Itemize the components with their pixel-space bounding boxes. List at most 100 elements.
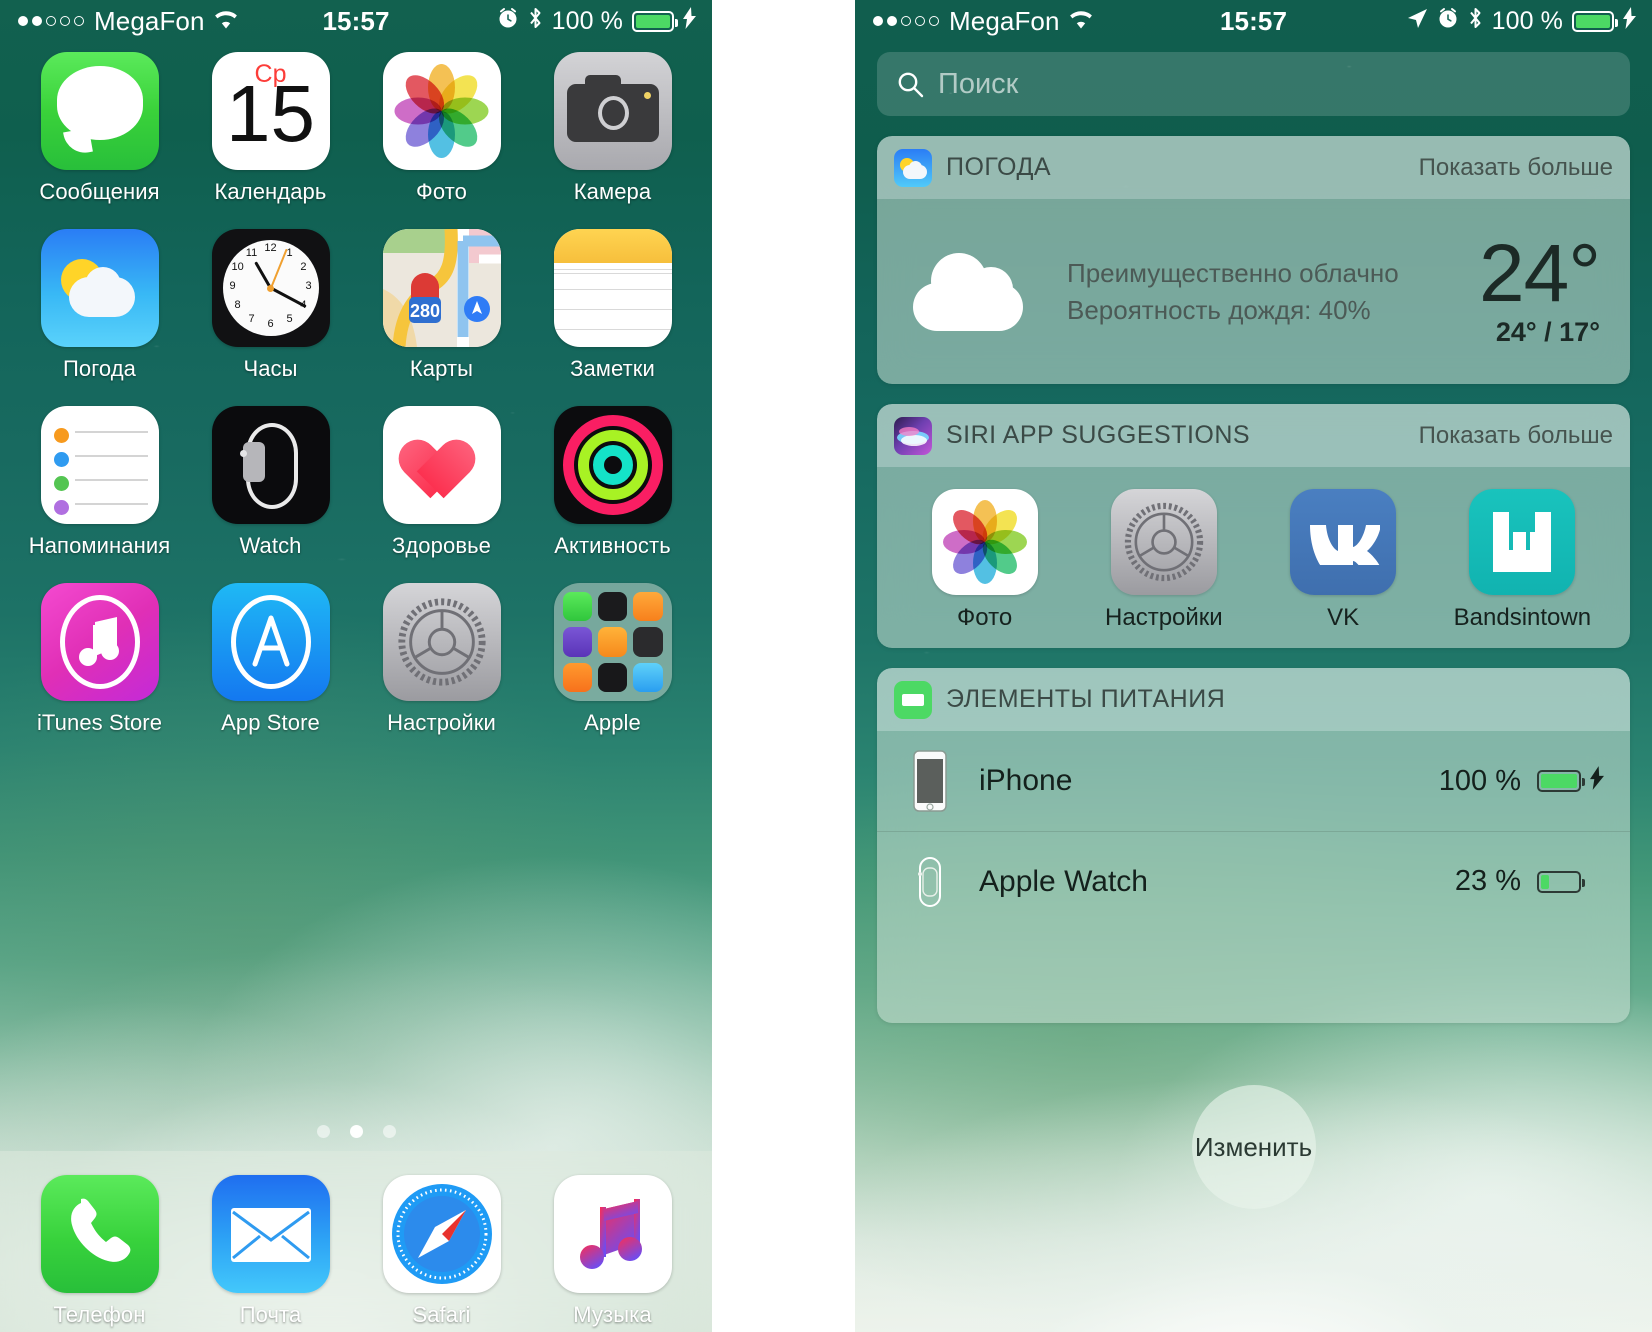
app-label: Карты: [409, 356, 474, 381]
page-dot[interactable]: [382, 1125, 396, 1138]
settings-icon: [1110, 489, 1217, 595]
clock-label: 15:57: [1220, 5, 1287, 36]
status-bar-today: MegaFon 15:57 100 %: [855, 0, 1652, 42]
suggested-apps-row: Фото Настройки VK Bandsintown: [877, 467, 1630, 648]
edit-button[interactable]: Изменить: [1191, 1085, 1316, 1209]
clock-numeral: 10: [231, 261, 244, 273]
app-itunes-store[interactable]: iTunes Store: [14, 583, 185, 736]
notes-icon: [553, 229, 672, 347]
app-reminders[interactable]: Напоминания: [14, 406, 185, 559]
status-bar-home: MegaFon 15:57 100 %: [0, 0, 712, 42]
bandsintown-icon: [1469, 489, 1576, 595]
health-icon: [382, 406, 501, 524]
page-dot-active[interactable]: [349, 1125, 363, 1138]
battery-icon: [632, 10, 678, 32]
app-notes[interactable]: Заметки: [527, 229, 698, 382]
suggested-app-label: Фото: [957, 604, 1013, 631]
app-label: Камера: [573, 179, 652, 204]
siri-icon: [894, 416, 932, 455]
app-watch[interactable]: Watch: [185, 406, 356, 559]
device-battery-percent: 100 %: [1438, 764, 1521, 797]
page-dot[interactable]: [316, 1125, 330, 1138]
app-activity[interactable]: Активность: [527, 406, 698, 559]
watch-icon: [211, 406, 330, 524]
clock-numeral: 12: [264, 242, 277, 254]
dual-screenshot-stage: MegaFon 15:57 100 % Сообщения Ср 15 Кале…: [0, 0, 1652, 1332]
app-health[interactable]: Здоровье: [356, 406, 527, 559]
high-low-temperature: 24° / 17°: [1495, 316, 1600, 347]
app-weather[interactable]: Погода: [14, 229, 185, 382]
today-view-phone: MegaFon 15:57 100 % Поиск ПОГОДА Показат…: [855, 0, 1652, 1332]
widget-body: Фото Настройки VK Bandsintown: [877, 467, 1630, 648]
app-apple-folder[interactable]: Apple: [527, 583, 698, 736]
page-dots[interactable]: [0, 1125, 712, 1138]
app-photos[interactable]: Фото: [356, 52, 527, 205]
search-input[interactable]: Поиск: [877, 52, 1630, 116]
calendar-icon: Ср 15: [211, 52, 330, 170]
weather-text: Преимущественно облачно Вероятность дожд…: [1067, 255, 1479, 328]
clock-icon: 123456789101112: [211, 229, 330, 347]
vk-icon: [1290, 489, 1397, 595]
show-more-button[interactable]: Показать больше: [1419, 422, 1613, 450]
widget-title: ЭЛЕМЕНТЫ ПИТАНИЯ: [946, 685, 1226, 713]
suggested-app-settings[interactable]: Настройки: [1074, 489, 1253, 632]
dock-label: Почта: [239, 1302, 302, 1327]
weather-temperature: 24° 24° / 17°: [1478, 228, 1604, 348]
app-messages[interactable]: Сообщения: [14, 52, 185, 205]
app-label: Заметки: [570, 356, 655, 381]
app-app-store[interactable]: App Store: [185, 583, 356, 736]
clock-numeral: 8: [234, 299, 241, 311]
app-label: iTunes Store: [36, 710, 163, 735]
widget-batteries: ЭЛЕМЕНТЫ ПИТАНИЯ iPhone 100 % Apple Watc…: [877, 668, 1630, 1023]
camera-icon: [553, 52, 672, 170]
app-label: Здоровье: [391, 533, 492, 558]
clock-numeral: 9: [229, 280, 236, 292]
app-maps[interactable]: 280 Карты: [356, 229, 527, 382]
app-camera[interactable]: Камера: [527, 52, 698, 205]
battery-device-row: iPhone 100 %: [877, 731, 1630, 831]
messages-icon: [40, 52, 159, 170]
mini-stocks-icon: [597, 662, 628, 692]
app-label: Сообщения: [39, 179, 160, 204]
widget-body: Преимущественно облачно Вероятность дожд…: [877, 199, 1630, 384]
app-label: Погода: [62, 356, 136, 381]
dock-item-phone[interactable]: Телефон: [14, 1175, 185, 1332]
suggested-app-vk[interactable]: VK: [1254, 489, 1433, 632]
widget-header: ЭЛЕМЕНТЫ ПИТАНИЯ: [877, 668, 1630, 731]
app-label: Настройки: [387, 710, 496, 735]
dock-label: Музыка: [573, 1302, 652, 1327]
show-more-button[interactable]: Показать больше: [1419, 154, 1613, 182]
dock-item-mail[interactable]: Почта: [185, 1175, 356, 1332]
mini-wallet-icon: [597, 592, 628, 622]
app-clock[interactable]: 123456789101112 Часы: [185, 229, 356, 382]
clock-numeral: 11: [245, 247, 258, 260]
device-battery-meter: [1537, 770, 1585, 792]
photos-icon: [382, 52, 501, 170]
widget-title: ПОГОДА: [946, 153, 1052, 181]
dock-item-safari[interactable]: Safari: [356, 1175, 527, 1332]
apple-watch-icon: [903, 854, 957, 910]
suggested-app-label: Bandsintown: [1453, 604, 1592, 631]
settings-icon: [382, 583, 501, 701]
app-settings[interactable]: Настройки: [356, 583, 527, 736]
device-battery-percent: 23 %: [1454, 865, 1521, 897]
suggested-app-label: Настройки: [1105, 604, 1223, 631]
weather-precipitation: Вероятность дождя: 40%: [1067, 294, 1371, 325]
mini-icloud-icon: [633, 662, 663, 692]
itunes-store-icon: [40, 583, 159, 701]
dock-item-music[interactable]: Музыка: [527, 1175, 698, 1332]
clock-numeral: 5: [286, 312, 293, 325]
mini-numbers-icon: [597, 627, 628, 657]
device-name: iPhone: [979, 764, 1073, 797]
suggested-app-photos[interactable]: Фото: [895, 489, 1074, 632]
device-name: Apple Watch: [979, 864, 1148, 898]
app-store-icon: [211, 583, 330, 701]
clock-numeral: 6: [267, 318, 274, 330]
mini-ibooks-icon: [562, 662, 592, 692]
mail-icon: [211, 1175, 330, 1293]
today-view: Поиск ПОГОДА Показать больше Преимуществ…: [855, 52, 1652, 1023]
current-temperature: 24°: [1478, 228, 1601, 320]
app-calendar[interactable]: Ср 15 Календарь: [185, 52, 356, 205]
activity-icon: [553, 406, 672, 524]
suggested-app-bandsintown[interactable]: Bandsintown: [1433, 489, 1612, 632]
